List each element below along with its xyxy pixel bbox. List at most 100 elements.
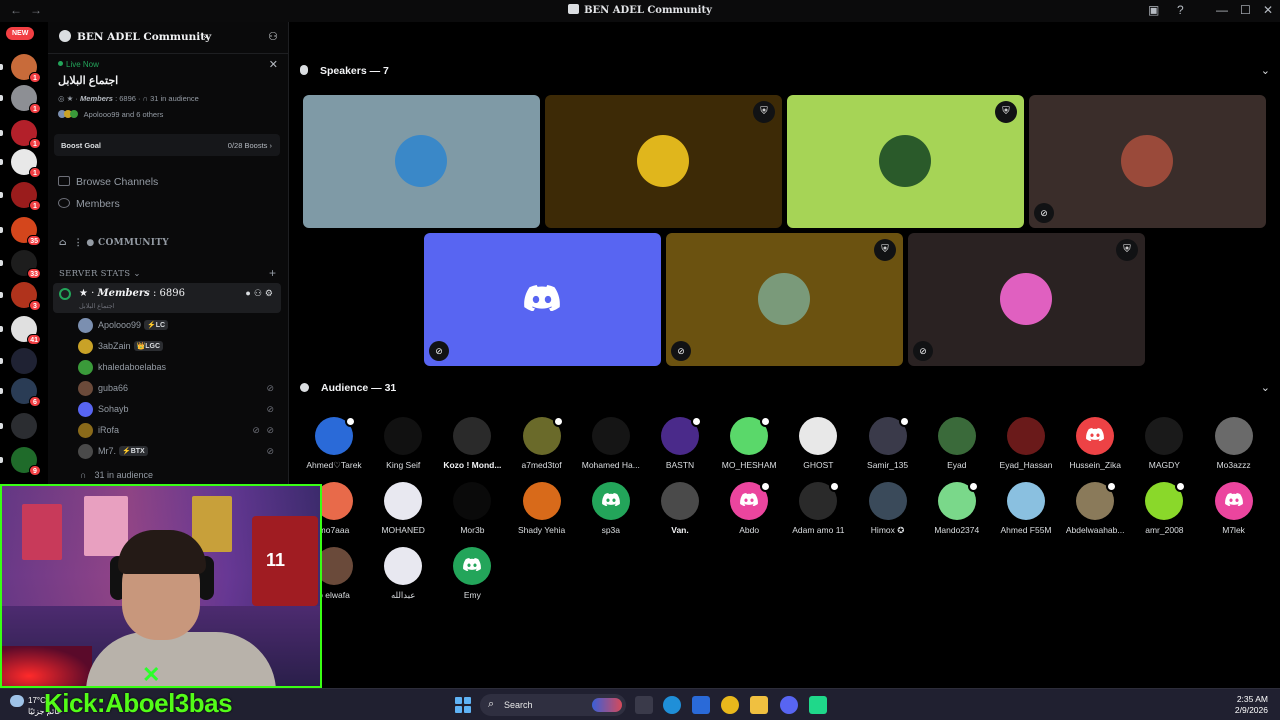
audience-member[interactable]: Emy [436, 547, 508, 607]
discord-taskbar-icon[interactable] [780, 696, 798, 714]
audience-member[interactable]: Samir_135 [852, 416, 924, 477]
discord-logo-icon [601, 493, 620, 507]
speaker-tile[interactable]: ⊘ [424, 233, 661, 366]
audience-member[interactable]: Eyad [921, 417, 993, 477]
voice-user[interactable]: guba66 ⊘ [78, 380, 280, 398]
server-icon-12[interactable] [11, 413, 37, 439]
voice-user[interactable]: 3abZain 👑LGC [78, 338, 280, 356]
system-clock[interactable]: 2:35 AM 2/9/2026 [1235, 694, 1268, 716]
server-icon-11[interactable]: 6 [11, 378, 41, 407]
start-button[interactable] [455, 697, 471, 713]
audience-member[interactable]: Eyad_Hassan [990, 417, 1062, 477]
poster [22, 504, 62, 560]
inbox-icon[interactable]: ▣ [1148, 3, 1159, 17]
minimize-button[interactable]: — [1216, 3, 1228, 17]
server-icon-7[interactable]: 33 [11, 250, 41, 279]
audience-member[interactable]: Shady Yehia [506, 482, 578, 542]
audience-count-row[interactable]: 31 in audience [80, 470, 153, 480]
server-icon-8[interactable]: 3 [11, 282, 41, 311]
server-icon-5[interactable]: 1 [11, 182, 41, 211]
help-icon[interactable]: ? [1177, 3, 1184, 17]
audience-member[interactable]: BASTN [644, 416, 716, 477]
task-view-icon[interactable] [635, 696, 653, 714]
speaker-tile[interactable]: ⛨ ⊘ [908, 233, 1145, 366]
store-icon[interactable] [692, 696, 710, 714]
audience-member[interactable]: Ahmed F55M [990, 482, 1062, 542]
audience-member[interactable]: Abdelwaahab... [1059, 481, 1131, 542]
audience-member[interactable]: Mo3azzz [1198, 417, 1270, 477]
voice-user[interactable]: Sohayb ⊘ [78, 401, 280, 419]
audience-member[interactable]: Himox ✪ [852, 482, 924, 542]
create-channel-icon[interactable]: + [269, 266, 276, 280]
audience-member[interactable]: sp3a [575, 482, 647, 542]
close-button[interactable]: ✕ [1263, 3, 1273, 17]
microphone-icon [300, 65, 308, 75]
chrome-icon[interactable] [721, 696, 739, 714]
audience-member[interactable]: a7med3tof [506, 416, 578, 477]
audience-member[interactable]: Mando2374 [921, 481, 993, 542]
chevron-down-icon[interactable]: ⌄ [202, 30, 210, 41]
browse-channels[interactable]: Browse Channels [58, 176, 158, 188]
audience-member[interactable]: MO_HESHAM [713, 416, 785, 477]
speaker-tile[interactable]: ⛨ ⊘ [666, 233, 903, 366]
voice-user[interactable]: Mr7. ⚡BTX ⊘ [78, 443, 280, 461]
audience-member[interactable]: King Seif [367, 417, 439, 477]
server-icon-9[interactable]: 41 [11, 316, 41, 345]
audience-member-name: MAGDY [1148, 460, 1180, 470]
category-community[interactable]: ⌂ ⋮ ● COMMUNITY [59, 238, 169, 248]
live-stage-card[interactable]: Live Now ✕ اجتماع البلابل ◎ ★ · Members … [52, 56, 282, 124]
collapse-audience-icon[interactable]: ⌄ [1261, 381, 1270, 394]
audience-member[interactable]: M7lek [1198, 482, 1270, 542]
maximize-button[interactable]: ☐ [1240, 3, 1251, 17]
speaker-tile[interactable]: ⛨ [787, 95, 1024, 228]
invite-icon: ⚇ [253, 288, 265, 298]
category-server-stats[interactable]: SERVER STATS ⌄ [59, 269, 141, 279]
avatar [799, 417, 838, 455]
close-icon[interactable]: ✕ [269, 58, 278, 71]
collapse-speakers-icon[interactable]: ⌄ [1261, 64, 1270, 77]
members-nav[interactable]: Members [58, 198, 120, 210]
audience-member[interactable]: MOHANED [367, 482, 439, 542]
audience-member-name: Emy [463, 590, 481, 600]
server-icon-10[interactable] [11, 348, 37, 374]
voice-user[interactable]: iRofa ⊘ ⊘ [78, 422, 280, 440]
audience-member[interactable]: Kozo ! Mond... [436, 417, 508, 477]
audience-member[interactable]: GHOST [782, 417, 854, 477]
server-icon-1[interactable]: 1 [11, 54, 41, 83]
server-icon-6[interactable]: 35 [11, 217, 41, 246]
audience-member[interactable]: عبدالله [367, 547, 439, 607]
audience-member[interactable]: Van. [644, 482, 716, 542]
server-icon-3[interactable]: 1 [11, 120, 41, 149]
server-name[interactable]: BEN ADEL Community [77, 31, 211, 43]
file-explorer-icon[interactable] [750, 696, 768, 714]
boost-goal[interactable]: Boost Goal 0/28 Boosts › [54, 134, 280, 156]
audience-member[interactable]: Mor3b [436, 482, 508, 542]
server-icon-13[interactable]: 9 [11, 447, 41, 476]
edge-icon[interactable] [663, 696, 681, 714]
audience-member[interactable]: Abdo [713, 481, 785, 542]
invite-people-icon[interactable]: ⚇ [268, 30, 278, 43]
avatar [395, 135, 447, 187]
audience-member[interactable]: Adam amo 11 [782, 481, 854, 542]
taskbar-search[interactable]: ⌕ Search [480, 694, 626, 716]
audience-member[interactable]: Ahmed♡Tarek [298, 416, 370, 477]
speaker-tile[interactable] [303, 95, 540, 228]
audience-member-name: a7med3tof [521, 460, 562, 470]
new-badge: NEW [6, 27, 35, 40]
audience-member[interactable]: Hussein_Zika [1059, 417, 1131, 477]
stage-channel[interactable]: ★ · Members : 6896 اجتماع البلابل ●⚇⚙ [53, 283, 281, 313]
stage-channel-actions[interactable]: ●⚇⚙ [245, 288, 276, 299]
audience-member[interactable]: amr_2008 [1128, 481, 1200, 542]
app-icon[interactable] [809, 696, 827, 714]
server-icon-2[interactable]: 1 [11, 85, 41, 114]
audience-member[interactable]: MAGDY [1128, 417, 1200, 477]
server-icon-4[interactable]: 1 [11, 149, 41, 178]
avatar [384, 482, 423, 520]
speaker-tile[interactable]: ⛨ [545, 95, 782, 228]
voice-user[interactable]: Apolooo99 ⚡LC [78, 317, 280, 335]
voice-user[interactable]: khaledaboelabas [78, 359, 280, 377]
muted-mic-icon: ⊘ [1034, 203, 1054, 223]
server-header[interactable]: BEN ADEL Community ⌄ ⚇ [48, 22, 288, 54]
speaker-tile[interactable]: ⊘ [1029, 95, 1266, 228]
audience-member[interactable]: Mohamed Ha... [575, 417, 647, 477]
